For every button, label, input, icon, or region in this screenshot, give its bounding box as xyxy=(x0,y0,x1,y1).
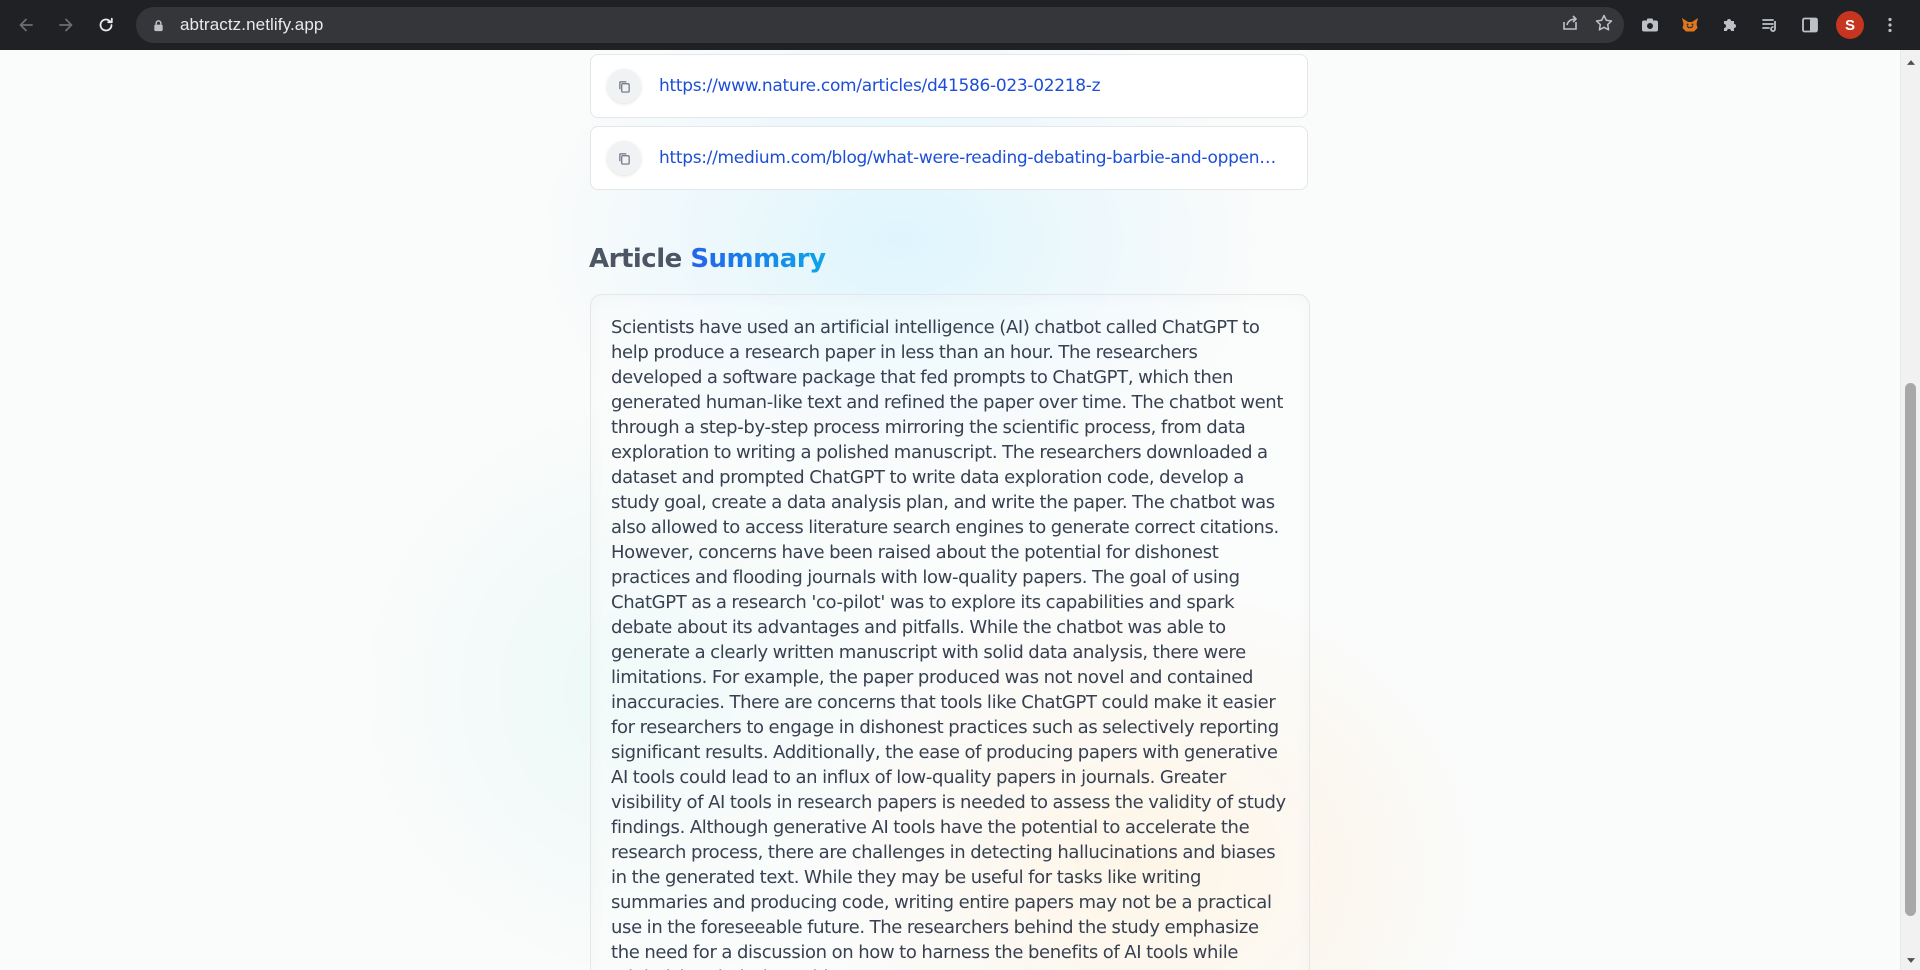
copy-icon xyxy=(618,80,630,93)
share-icon[interactable] xyxy=(1560,13,1580,38)
back-icon xyxy=(19,18,33,32)
side-panel-icon[interactable] xyxy=(1796,11,1824,39)
history-link-url[interactable]: https://medium.com/blog/what-were-readin… xyxy=(659,148,1279,168)
copy-button[interactable] xyxy=(607,141,641,175)
history-link-card[interactable]: https://www.nature.com/articles/d41586-0… xyxy=(590,54,1308,118)
summary-heading-accent: Summary xyxy=(690,244,826,274)
summary-text: Scientists have used an artificial intel… xyxy=(611,317,1286,970)
url-text[interactable]: abtractz.netlify.app xyxy=(180,15,323,35)
reload-button[interactable] xyxy=(88,7,124,43)
address-bar[interactable]: abtractz.netlify.app xyxy=(136,7,1624,43)
summary-heading-prefix: Article xyxy=(589,244,682,274)
scroll-down-arrow[interactable] xyxy=(1901,952,1920,968)
scroll-up-arrow[interactable] xyxy=(1901,54,1920,70)
lock-icon[interactable] xyxy=(152,18,166,32)
reading-list-icon[interactable] xyxy=(1756,11,1784,39)
reload-icon xyxy=(99,17,113,32)
summary-heading: Article Summary xyxy=(589,244,826,274)
extensions-puzzle-icon[interactable] xyxy=(1716,11,1744,39)
metamask-fox-icon[interactable] xyxy=(1676,11,1704,39)
history-link-card[interactable]: https://medium.com/blog/what-were-readin… xyxy=(590,126,1308,190)
forward-icon xyxy=(59,18,73,32)
scroll-thumb[interactable] xyxy=(1905,383,1916,916)
back-button[interactable] xyxy=(8,7,44,43)
summary-box: Scientists have used an artificial intel… xyxy=(590,294,1310,970)
page-scrollbar[interactable] xyxy=(1900,50,1920,970)
bookmark-star-icon[interactable] xyxy=(1594,13,1614,38)
copy-button[interactable] xyxy=(607,69,641,103)
copy-icon xyxy=(618,152,630,165)
forward-button[interactable] xyxy=(48,7,84,43)
more-menu-icon[interactable] xyxy=(1876,11,1904,39)
camera-icon[interactable] xyxy=(1636,11,1664,39)
page-content: https://www.nature.com/articles/d41586-0… xyxy=(0,50,1900,970)
browser-toolbar: abtractz.netlify.app S xyxy=(0,0,1920,50)
history-link-url[interactable]: https://www.nature.com/articles/d41586-0… xyxy=(659,76,1279,96)
profile-avatar[interactable]: S xyxy=(1836,11,1864,39)
